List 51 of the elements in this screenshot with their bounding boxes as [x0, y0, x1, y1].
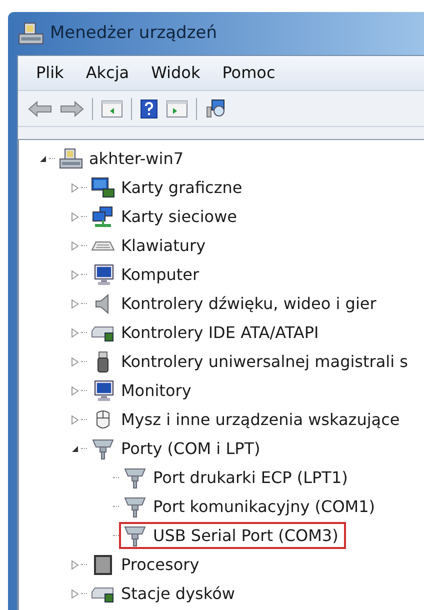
tree-item-label[interactable]: Port drukarki ECP (LPT1) [153, 466, 348, 490]
collapsed-arrow-icon[interactable] [71, 414, 79, 424]
tree-item-label[interactable]: Kontrolery IDE ATA/ATAPI [121, 320, 319, 344]
computer-icon [59, 148, 83, 170]
expanded-arrow-icon[interactable] [71, 444, 79, 452]
tree-item-label[interactable]: Karty graficzne [121, 176, 242, 200]
action-pane-icon[interactable] [166, 100, 188, 118]
computer-icon [18, 22, 44, 46]
tree-item-label[interactable]: Porty (COM i LPT) [121, 436, 260, 460]
port-connector-icon [91, 438, 115, 460]
menu-item[interactable]: Pomoc [222, 61, 276, 85]
console-tree-icon[interactable] [101, 100, 123, 118]
highlighted-tree-item[interactable]: USB Serial Port (COM3) [119, 522, 346, 549]
forward-arrow-icon[interactable] [60, 100, 84, 116]
collapsed-arrow-icon[interactable] [71, 240, 79, 250]
collapsed-arrow-icon[interactable] [71, 270, 79, 280]
tree-item-label[interactable]: Port komunikacyjny (COM1) [153, 494, 376, 518]
help-icon[interactable] [140, 98, 158, 118]
collapsed-arrow-icon[interactable] [71, 386, 79, 396]
port-connector-icon [123, 524, 147, 546]
tree-item-label[interactable]: Karty sieciowe [121, 204, 238, 228]
tree-item-label[interactable]: Procesory [121, 552, 200, 576]
collapsed-arrow-icon[interactable] [71, 356, 79, 366]
collapsed-arrow-icon[interactable] [71, 212, 79, 222]
back-arrow-icon[interactable] [28, 100, 52, 116]
processor-icon [91, 554, 115, 576]
tree-item-label[interactable]: Komputer [121, 262, 200, 286]
menu-item[interactable]: Akcja [86, 61, 130, 85]
collapsed-arrow-icon[interactable] [71, 182, 79, 192]
port-connector-icon [123, 466, 147, 488]
tree-item-label[interactable]: Stacje dysków [121, 582, 235, 606]
port-connector-icon [123, 496, 147, 518]
menu-item[interactable]: Widok [151, 61, 200, 85]
tree-item-label[interactable]: akhter-win7 [89, 146, 184, 170]
collapsed-arrow-icon[interactable] [71, 328, 79, 338]
tree-item-label[interactable]: Monitory [121, 378, 192, 402]
tree-item-label[interactable]: Klawiatury [121, 234, 206, 258]
scan-hardware-icon[interactable] [205, 98, 227, 118]
collapsed-arrow-icon[interactable] [71, 588, 79, 598]
display-card-icon [91, 176, 115, 198]
tree-item-label[interactable]: USB Serial Port (COM3) [153, 524, 338, 548]
tree-item-label[interactable]: Kontrolery uniwersalnej magistrali s [121, 350, 408, 374]
tree-item-label[interactable]: Kontrolery dźwięku, wideo i gier [121, 292, 376, 316]
keyboard-icon [91, 240, 115, 252]
collapsed-arrow-icon[interactable] [71, 298, 79, 308]
menu-item[interactable]: Plik [36, 61, 64, 85]
network-icon [91, 206, 115, 228]
collapsed-arrow-icon[interactable] [71, 560, 79, 570]
tree-item-label[interactable]: Mysz i inne urządzenia wskazujące [121, 408, 400, 432]
expanded-arrow-icon[interactable] [39, 154, 47, 162]
window-title: Menedżer urządzeń [50, 22, 217, 45]
